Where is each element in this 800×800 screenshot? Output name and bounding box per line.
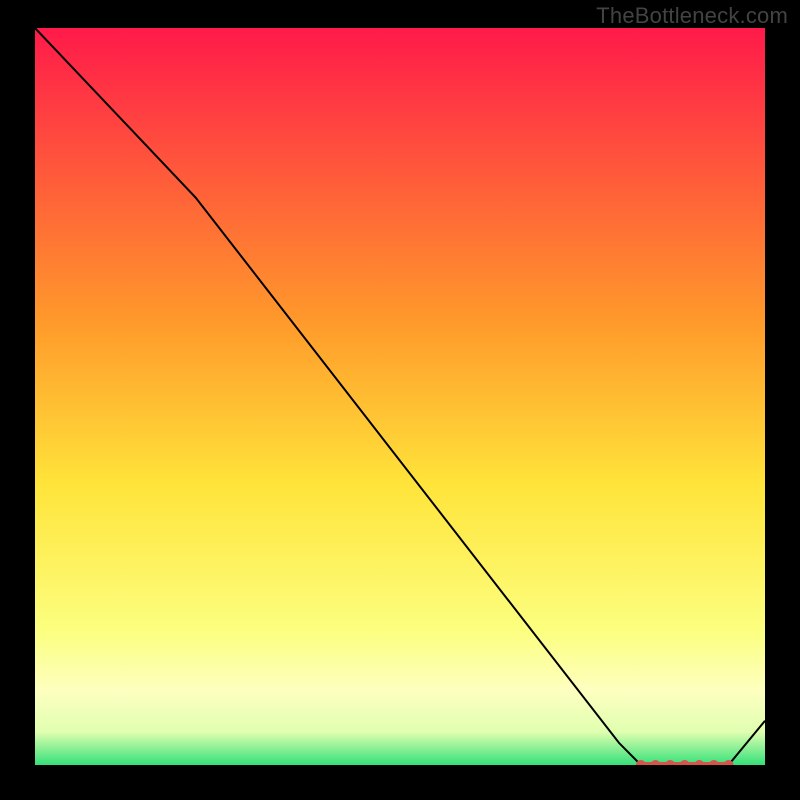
watermark-text: TheBottleneck.com	[596, 3, 788, 29]
plot-area	[35, 28, 765, 765]
plot-background	[35, 28, 765, 765]
chart-svg	[35, 28, 765, 765]
chart-frame: TheBottleneck.com	[0, 0, 800, 800]
